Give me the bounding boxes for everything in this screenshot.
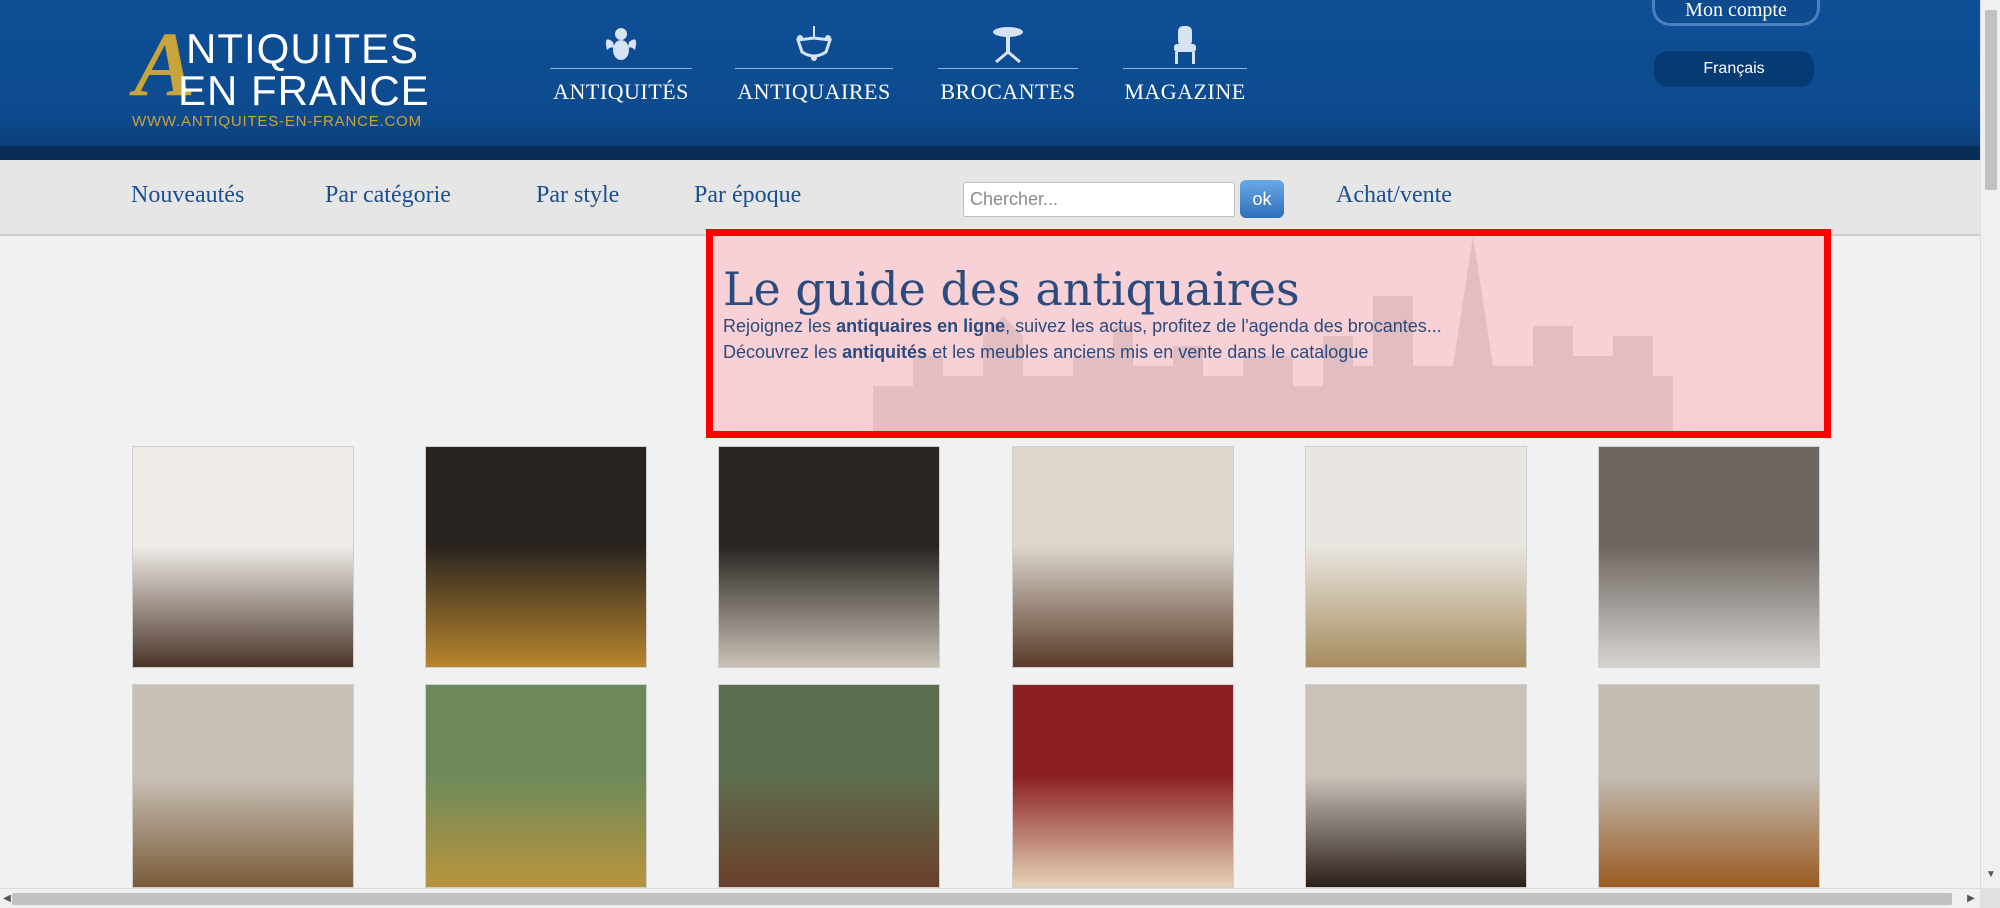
guide-line-2-end: et les meubles anciens mis en vente dans…	[927, 342, 1369, 362]
product-thumbnail-lamp[interactable]	[132, 446, 354, 668]
guide-banner: Le guide des antiquaires Rejoignez les a…	[706, 229, 1831, 438]
scrollbar-corner	[1980, 888, 2000, 908]
site-header: A NTIQUITES EN FRANCE WWW.ANTIQUITES-EN-…	[0, 0, 1980, 160]
product-thumbnail-wardrobe[interactable]	[1598, 684, 1820, 888]
scroll-right-arrow-icon[interactable]: ▶	[1964, 892, 1978, 906]
vertical-scroll-thumb[interactable]	[1985, 10, 1997, 190]
nav-antiquaires[interactable]: ANTIQUAIRES	[735, 24, 893, 114]
guide-line-1: Rejoignez les antiquaires en ligne, suiv…	[723, 316, 1442, 337]
nav-label: MAGAZINE	[1124, 79, 1246, 104]
horizontal-scroll-thumb[interactable]	[12, 893, 1952, 905]
nav-separator	[735, 68, 893, 69]
product-thumbnail-wall-mirrors[interactable]	[718, 684, 940, 888]
search-input[interactable]	[963, 182, 1235, 217]
nav-separator	[938, 68, 1078, 69]
nav-separator	[550, 68, 692, 69]
horizontal-scrollbar[interactable]: ◀ ▶	[0, 888, 1980, 908]
vertical-scrollbar[interactable]: ▼	[1980, 0, 2000, 888]
subnav-nouveautes[interactable]: Nouveautés	[131, 182, 244, 209]
nav-magazine[interactable]: MAGAZINE	[1123, 24, 1247, 114]
nav-brocantes[interactable]: BROCANTES	[938, 24, 1078, 114]
product-thumbnail-glass-vitrine[interactable]	[718, 446, 940, 668]
language-button[interactable]: Français	[1654, 51, 1814, 87]
logo-url: WWW.ANTIQUITES-EN-FRANCE.COM	[132, 113, 422, 130]
guide-line-2: Découvrez les antiquités et les meubles …	[723, 342, 1368, 363]
subnav-par-epoque[interactable]: Par époque	[694, 182, 801, 209]
pedestal-table-icon	[993, 27, 1023, 64]
product-thumbnail-games-table[interactable]	[1305, 684, 1527, 888]
nav-label: ANTIQUITÉS	[553, 79, 689, 104]
product-thumbnail-wall-consoles[interactable]	[1012, 446, 1234, 668]
guide-line-2-start: Découvrez les	[723, 342, 843, 362]
nav-label: BROCANTES	[940, 79, 1076, 104]
guide-link-antiquaires-en-ligne[interactable]: antiquaires en ligne	[836, 316, 1005, 336]
account-button[interactable]: Mon compte	[1652, 0, 1820, 26]
chandelier-icon	[795, 26, 833, 61]
search-submit-button[interactable]: ok	[1240, 180, 1284, 218]
product-thumbnail-crystal-glasses[interactable]	[1598, 446, 1820, 668]
guide-title: Le guide des antiquaires	[723, 262, 1300, 316]
guide-line-1-start: Rejoignez les	[723, 316, 837, 336]
subnav-par-style[interactable]: Par style	[536, 182, 619, 209]
subnav-par-categorie[interactable]: Par catégorie	[325, 182, 451, 209]
logo-line-2: EN FRANCE	[178, 67, 430, 114]
scroll-down-arrow-icon[interactable]: ▼	[1984, 868, 1998, 882]
secondary-nav: Nouveautés Par catégorie Par style Par é…	[0, 160, 1980, 236]
product-thumbnail-gilt-bust[interactable]	[425, 446, 647, 668]
nav-antiquites[interactable]: ANTIQUITÉS	[550, 24, 692, 114]
product-thumbnail-rug[interactable]	[1012, 684, 1234, 888]
guide-link-antiquites[interactable]: antiquités	[842, 342, 927, 362]
armchair-icon	[1174, 26, 1196, 64]
logo-line-1: NTIQUITES	[186, 25, 420, 72]
guide-line-1-end: , suivez les actus, profitez de l'agenda…	[1005, 316, 1442, 336]
product-thumbnail-portrait-painting[interactable]	[425, 684, 647, 888]
nav-separator	[1123, 68, 1247, 69]
site-logo[interactable]: A NTIQUITES EN FRANCE WWW.ANTIQUITES-EN-…	[130, 18, 440, 132]
product-thumbnail-framed-painting[interactable]	[1305, 446, 1527, 668]
product-thumbnail-folding-screen[interactable]	[132, 684, 354, 888]
cherub-icon	[605, 28, 637, 60]
subnav-achat-vente[interactable]: Achat/vente	[1336, 182, 1452, 209]
nav-label: ANTIQUAIRES	[737, 79, 891, 104]
